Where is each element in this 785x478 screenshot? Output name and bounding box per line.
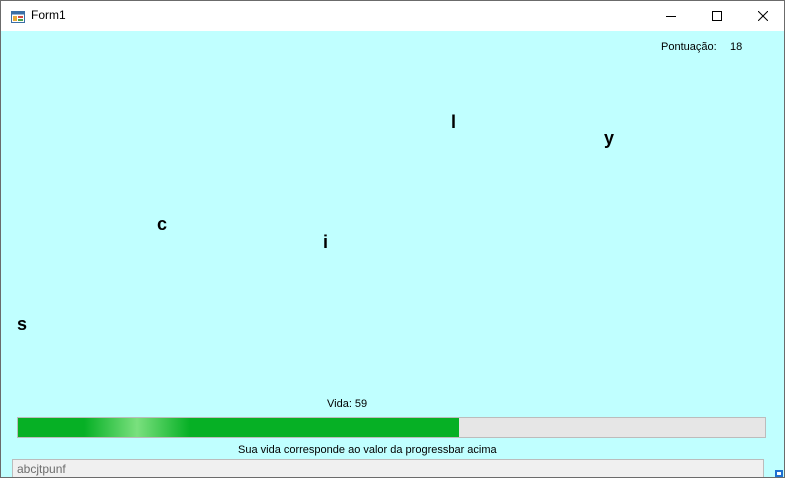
form1-window: Form1 Pontuação: 18 l y c i s Vida: 59 S… [0, 0, 785, 478]
close-button[interactable] [740, 1, 784, 31]
window-title: Form1 [31, 8, 66, 22]
life-hint: Sua vida corresponde ao valor da progres… [238, 444, 497, 456]
maximize-button[interactable] [694, 1, 740, 31]
score-label: Pontuação: [661, 41, 717, 53]
app-icon[interactable] [11, 9, 25, 23]
typing-input[interactable] [12, 459, 764, 477]
falling-letter: i [323, 232, 329, 252]
maximize-icon [712, 11, 722, 21]
game-area: Pontuação: 18 l y c i s Vida: 59 Sua vid… [1, 31, 784, 477]
falling-letter: c [157, 214, 168, 234]
minimize-icon [666, 16, 676, 17]
close-icon [758, 11, 768, 21]
life-progressbar [17, 417, 766, 438]
title-bar[interactable]: Form1 [1, 1, 784, 31]
minimize-button[interactable] [648, 1, 694, 31]
life-progressbar-fill [18, 418, 459, 437]
falling-letter: s [17, 314, 28, 334]
score-value: 18 [730, 41, 743, 53]
falling-letter: l [451, 112, 457, 132]
resize-grip-icon[interactable] [775, 470, 783, 477]
falling-letter: y [604, 128, 615, 148]
life-label: Vida: 59 [327, 398, 368, 410]
